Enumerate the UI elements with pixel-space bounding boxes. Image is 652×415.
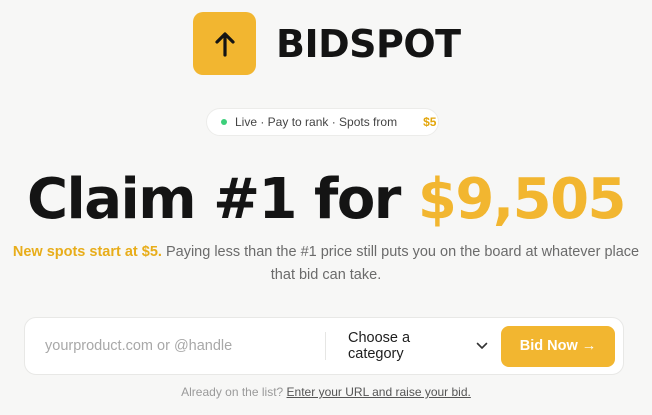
bid-form: Choose a category Bid Now → [24,317,624,375]
live-badge: Live · Pay to rank · Spots from $5 [206,108,439,136]
page: BIDSPOT Live · Pay to rank · Spots from … [0,0,652,415]
footer-prefix: Already on the list? [181,385,284,399]
category-label: Choose a category [348,330,411,362]
bid-now-button[interactable]: Bid Now → [501,325,615,367]
headline-price: $9,505 [417,167,627,232]
chevron-down-icon [476,342,488,350]
url-input[interactable] [45,338,321,354]
badge-price: $5 [423,115,437,129]
live-dot-icon [221,119,227,125]
brand-name: BIDSPOT [276,21,461,66]
footer-note: Already on the list? Enter your URL and … [0,385,652,399]
brand-logo[interactable]: BIDSPOT [193,12,461,75]
arrow-up-icon [214,31,235,57]
raise-bid-link[interactable]: Enter your URL and raise your bid. [287,385,471,399]
page-title: Claim #1 for $9,505 [0,162,652,238]
logo-mark [193,12,256,75]
badge-text: Live · Pay to rank · Spots from [235,115,398,129]
subtitle-highlight: New spots start at $5. [12,244,162,260]
category-select[interactable]: Choose a category [348,330,488,362]
form-divider [325,332,326,360]
subtitle: New spots start at $5. Paying less than … [0,241,652,287]
headline-prefix: Claim #1 for [26,167,401,232]
subtitle-text: Paying less than the #1 price still puts… [165,244,640,283]
